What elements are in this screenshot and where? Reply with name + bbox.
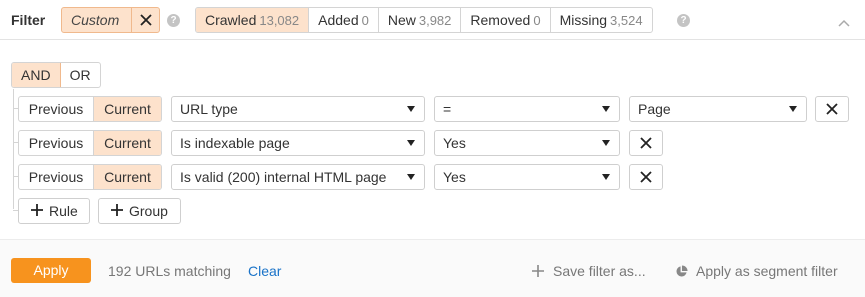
clear-link[interactable]: Clear [248,263,281,279]
close-icon[interactable] [131,8,159,32]
dropdown-caret-icon [407,174,415,180]
tab-new[interactable]: New 3,982 [379,8,462,32]
and-button[interactable]: AND [12,63,61,87]
tab-label: Missing [559,12,608,28]
tab-added[interactable]: Added 0 [309,8,379,32]
filter-label: Filter [11,12,46,28]
dropdown-caret-icon [602,174,610,180]
tab-count: 13,082 [259,13,300,28]
field-select[interactable]: Is valid (200) internal HTML page [171,164,425,190]
dropdown-caret-icon [407,140,415,146]
crawl-segment-tabs: Crawled 13,082 Added 0 New 3,982 Removed 0 M… [195,7,653,33]
filter-footer: Apply 192 URLs matching Clear Save filte… [0,239,865,297]
dropdown-caret-icon [789,106,797,112]
previous-current-toggle: Previous Current [18,164,162,190]
tab-removed[interactable]: Removed 0 [461,8,551,32]
close-icon [826,103,838,115]
previous-button[interactable]: Previous [19,131,94,155]
tab-label: Removed [470,12,531,28]
previous-button[interactable]: Previous [19,165,94,189]
add-group-label: Group [129,203,168,219]
tab-label: New [387,12,416,28]
apply-segment-button[interactable]: Apply as segment filter [675,263,838,279]
remove-rule-button[interactable] [815,96,849,122]
remove-rule-button[interactable] [629,164,663,190]
custom-filter-chip[interactable]: Custom [61,7,160,33]
add-rule-button[interactable]: Rule [18,198,90,224]
previous-current-toggle: Previous Current [18,96,162,122]
dropdown-caret-icon [407,106,415,112]
close-icon [640,137,652,149]
operator-value: = [443,101,452,117]
field-select[interactable]: URL type [171,96,425,122]
tab-label: Added [318,12,359,28]
tab-count: 3,982 [418,13,452,28]
filter-header: Filter Custom ? Crawled 13,082 Added 0 New… [0,0,865,40]
value-select[interactable]: Page [629,96,807,122]
save-filter-label: Save filter as... [553,263,646,279]
custom-filter-label: Custom [71,12,120,28]
filter-rules-panel: AND OR Previous Current URL type = Page … [0,41,865,239]
tab-count: 0 [361,13,369,28]
plus-icon [532,265,544,277]
dropdown-caret-icon [602,106,610,112]
current-button[interactable]: Current [94,165,161,189]
field-value: Is indexable page [180,135,290,151]
operator-select[interactable]: Yes [434,130,620,156]
tab-count: 3,524 [610,13,643,28]
plus-icon [31,203,43,219]
close-icon [640,171,652,183]
logic-toggle: AND OR [11,62,101,88]
value-value: Page [638,101,671,117]
operator-value: Yes [443,135,466,151]
apply-button[interactable]: Apply [11,258,91,283]
tab-count: 0 [533,13,541,28]
operator-value: Yes [443,169,466,185]
add-group-button[interactable]: Group [98,198,181,224]
dropdown-caret-icon [602,140,610,146]
tab-label: Crawled [205,12,257,28]
field-value: URL type [180,101,238,117]
help-icon[interactable]: ? [167,14,180,27]
pie-chart-icon [676,264,688,277]
save-filter-button[interactable]: Save filter as... [532,263,646,279]
previous-current-toggle: Previous Current [18,130,162,156]
current-button[interactable]: Current [94,97,161,121]
operator-select[interactable]: Yes [434,164,620,190]
tree-connector [13,89,14,209]
previous-button[interactable]: Previous [19,97,94,121]
field-value: Is valid (200) internal HTML page [180,169,387,185]
add-rule-label: Rule [49,203,78,219]
operator-select[interactable]: = [434,96,620,122]
remove-rule-button[interactable] [629,130,663,156]
tab-crawled[interactable]: Crawled 13,082 [196,8,310,32]
matching-count: 192 URLs matching [108,263,231,279]
or-button[interactable]: OR [61,63,100,87]
plus-icon [111,203,123,219]
chevron-up-icon[interactable] [838,14,850,27]
apply-segment-label: Apply as segment filter [696,263,838,279]
field-select[interactable]: Is indexable page [171,130,425,156]
help-icon[interactable]: ? [677,14,690,27]
tab-missing[interactable]: Missing 3,524 [551,8,652,32]
current-button[interactable]: Current [94,131,161,155]
